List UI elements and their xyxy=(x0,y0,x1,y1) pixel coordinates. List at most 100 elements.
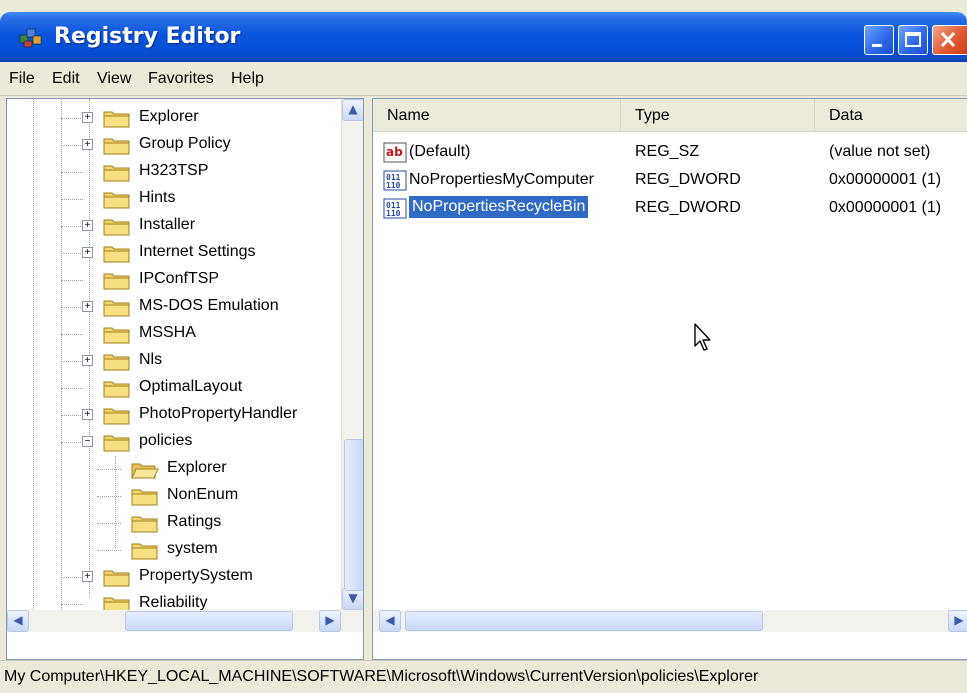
tree-item[interactable]: system xyxy=(97,536,363,563)
tree-item[interactable]: IPConfTSP xyxy=(61,266,343,293)
tree-horizontal-scrollbar[interactable]: ◀ ▶ xyxy=(7,610,363,632)
tree-line xyxy=(97,550,121,551)
tree-item[interactable]: + MS-DOS Emulation xyxy=(61,293,343,320)
string-value-icon: ab xyxy=(383,142,407,163)
registry-value-row[interactable]: ab (Default) REG_SZ (value not set) xyxy=(373,139,967,166)
tree-line xyxy=(61,253,83,254)
tree-item[interactable]: + Nls xyxy=(61,347,343,374)
tree-line xyxy=(61,145,83,146)
menu-bar: File Edit View Favorites Help xyxy=(0,62,967,96)
tree-item[interactable]: − policies xyxy=(61,428,343,455)
tree-item[interactable]: NonEnum xyxy=(97,482,363,509)
menu-view[interactable]: View xyxy=(97,70,131,88)
menu-edit[interactable]: Edit xyxy=(52,70,80,88)
expand-icon[interactable]: + xyxy=(82,355,93,366)
tree-line xyxy=(97,469,121,470)
tree-line xyxy=(61,334,83,335)
key-tree-pane[interactable]: + Explorer + Group Policy H323TSP Hints + Insta… xyxy=(6,98,364,660)
window-title: Registry Editor xyxy=(54,24,241,49)
tree-vscroll-thumb[interactable] xyxy=(344,439,363,591)
tree-item[interactable]: + PhotoPropertyHandler xyxy=(61,401,343,428)
values-list-pane[interactable]: Name Type Data ab (Default) REG_SZ (value n… xyxy=(372,98,967,660)
expand-icon[interactable]: + xyxy=(82,139,93,150)
minimize-button[interactable] xyxy=(864,25,894,55)
pane-splitter[interactable] xyxy=(364,98,372,660)
tree-item-label: Nls xyxy=(139,351,163,368)
collapse-icon[interactable]: − xyxy=(82,436,93,447)
menu-help[interactable]: Help xyxy=(231,70,264,88)
tree-item[interactable]: OptimalLayout xyxy=(61,374,343,401)
binary-value-icon: 011110 xyxy=(383,198,407,219)
tree-line xyxy=(61,226,83,227)
tree-item[interactable]: + PropertySystem xyxy=(61,563,343,590)
list-header: Name Type Data xyxy=(373,99,967,132)
tree-item-label: system xyxy=(167,540,218,557)
tree-item[interactable]: + Group Policy xyxy=(61,131,343,158)
scroll-left-arrow-icon[interactable]: ◀ xyxy=(7,610,29,632)
tree-item[interactable]: + Internet Settings xyxy=(61,239,343,266)
tree-line xyxy=(61,388,83,389)
svg-text:ab: ab xyxy=(386,145,403,159)
registry-value-row[interactable]: 011 110 NoPropertiesRecycleBin REG_DWORD 0x0… xyxy=(373,195,967,222)
expand-icon[interactable]: + xyxy=(82,301,93,312)
folder-icon xyxy=(103,300,130,317)
scroll-right-arrow-icon[interactable]: ▶ xyxy=(319,610,341,632)
list-hscroll-thumb[interactable] xyxy=(405,611,763,631)
tree-item[interactable]: Hints xyxy=(61,185,343,212)
tree-item-label: IPConfTSP xyxy=(139,270,220,287)
tree-line xyxy=(61,604,83,605)
menu-favorites[interactable]: Favorites xyxy=(148,70,214,88)
scroll-down-arrow-icon[interactable]: ▼ xyxy=(342,588,363,610)
tree-line xyxy=(61,280,83,281)
expand-icon[interactable]: + xyxy=(82,247,93,258)
tree-item[interactable]: MSSHA xyxy=(61,320,343,347)
folder-icon xyxy=(131,543,158,560)
tree-item[interactable]: Explorer xyxy=(97,455,363,482)
tree-line xyxy=(61,361,83,362)
tree-item[interactable]: H323TSP xyxy=(61,158,343,185)
list-horizontal-scrollbar[interactable]: ◀ ▶ xyxy=(373,610,967,632)
scroll-left-arrow-icon[interactable]: ◀ xyxy=(379,610,401,632)
tree-item-label: NonEnum xyxy=(167,486,239,503)
folder-icon xyxy=(103,570,130,587)
close-button[interactable] xyxy=(932,25,967,55)
folder-icon xyxy=(103,327,130,344)
value-name: NoPropertiesRecycleBin xyxy=(407,195,590,219)
column-header-data[interactable]: Data xyxy=(815,99,967,132)
tree-item-label: Installer xyxy=(139,216,196,233)
mouse-pointer-icon xyxy=(694,323,711,351)
expand-icon[interactable]: + xyxy=(82,112,93,123)
tree-line xyxy=(61,99,62,610)
maximize-button[interactable] xyxy=(898,25,928,55)
folder-icon xyxy=(131,516,158,533)
tree-item[interactable]: Ratings xyxy=(97,509,363,536)
title-bar[interactable]: Registry Editor xyxy=(0,12,967,62)
menu-file[interactable]: File xyxy=(9,70,35,88)
tree-item-label: policies xyxy=(139,432,193,449)
value-data: (value not set) xyxy=(829,143,931,160)
registry-editor-window: Registry Editor File Edit View Favorites… xyxy=(0,0,967,693)
tree-item-label: PhotoPropertyHandler xyxy=(139,405,298,422)
tree-line xyxy=(61,442,83,443)
expand-icon[interactable]: + xyxy=(82,409,93,420)
tree-hscroll-thumb[interactable] xyxy=(125,611,293,631)
folder-icon xyxy=(103,408,130,425)
tree-item-label: Hints xyxy=(139,189,176,206)
close-icon xyxy=(940,31,956,48)
registry-value-row[interactable]: 011 110 NoPropertiesMyComputer REG_DWORD 0x0… xyxy=(373,167,967,194)
tree-item-label: Explorer xyxy=(167,459,227,476)
column-header-name[interactable]: Name xyxy=(373,99,621,132)
value-name: NoPropertiesMyComputer xyxy=(409,171,594,188)
scroll-up-arrow-icon[interactable]: ▲ xyxy=(342,99,363,121)
tree-item[interactable]: + Explorer xyxy=(61,104,343,131)
tree-item-label: PropertySystem xyxy=(139,567,253,584)
folder-icon xyxy=(103,246,130,263)
folder-icon xyxy=(103,273,130,290)
expand-icon[interactable]: + xyxy=(82,220,93,231)
expand-icon[interactable]: + xyxy=(82,571,93,582)
folder-icon xyxy=(103,165,130,182)
open-folder-icon xyxy=(131,463,159,479)
column-header-type[interactable]: Type xyxy=(621,99,815,132)
scroll-right-arrow-icon[interactable]: ▶ xyxy=(948,610,967,632)
tree-item[interactable]: + Installer xyxy=(61,212,343,239)
